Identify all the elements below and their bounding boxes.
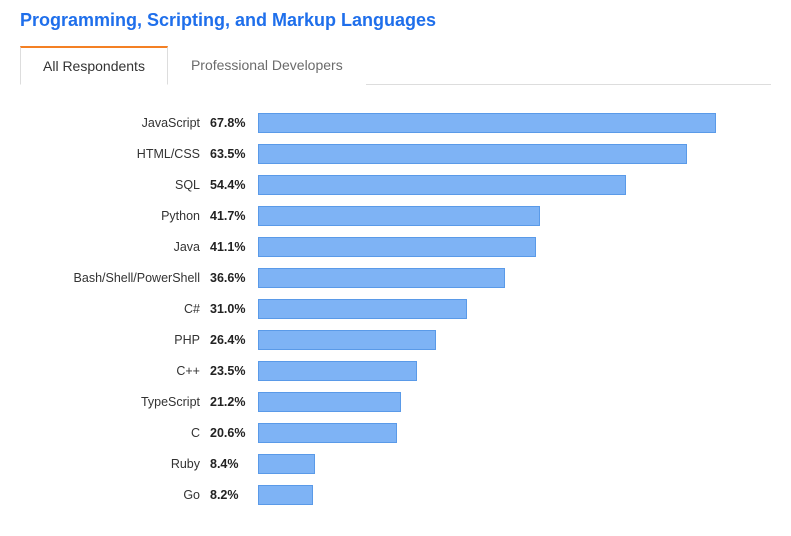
bar-label: Ruby xyxy=(20,457,210,471)
bar-track xyxy=(258,485,731,505)
bar-value: 36.6% xyxy=(210,271,258,285)
bar-fill xyxy=(258,268,505,288)
bar-fill xyxy=(258,175,626,195)
chart-row: Python41.7% xyxy=(20,206,731,226)
chart-row: SQL54.4% xyxy=(20,175,731,195)
chart-row: PHP26.4% xyxy=(20,330,731,350)
bar-fill xyxy=(258,423,397,443)
bar-value: 8.4% xyxy=(210,457,258,471)
bar-track xyxy=(258,392,731,412)
bar-label: C# xyxy=(20,302,210,316)
bar-track xyxy=(258,175,731,195)
bar-value: 8.2% xyxy=(210,488,258,502)
chart-row: Go8.2% xyxy=(20,485,731,505)
bar-track xyxy=(258,330,731,350)
bar-track xyxy=(258,113,731,133)
bar-value: 41.1% xyxy=(210,240,258,254)
bar-track xyxy=(258,237,731,257)
bar-value: 21.2% xyxy=(210,395,258,409)
bar-track xyxy=(258,144,731,164)
bar-track xyxy=(258,268,731,288)
bar-value: 54.4% xyxy=(210,178,258,192)
bar-label: Bash/Shell/PowerShell xyxy=(20,271,210,285)
chart-row: TypeScript21.2% xyxy=(20,392,731,412)
bar-value: 63.5% xyxy=(210,147,258,161)
bar-fill xyxy=(258,206,540,226)
bar-value: 67.8% xyxy=(210,116,258,130)
bar-fill xyxy=(258,392,401,412)
chart-row: C20.6% xyxy=(20,423,731,443)
chart-row: HTML/CSS63.5% xyxy=(20,144,731,164)
chart-row: Ruby8.4% xyxy=(20,454,731,474)
bar-fill xyxy=(258,330,436,350)
bar-label: HTML/CSS xyxy=(20,147,210,161)
page-title: Programming, Scripting, and Markup Langu… xyxy=(20,10,771,31)
chart-row: C#31.0% xyxy=(20,299,731,319)
bar-label: C xyxy=(20,426,210,440)
bar-label: Go xyxy=(20,488,210,502)
chart-row: Bash/Shell/PowerShell36.6% xyxy=(20,268,731,288)
bar-label: PHP xyxy=(20,333,210,347)
bar-track xyxy=(258,423,731,443)
tab-professional-developers[interactable]: Professional Developers xyxy=(168,46,366,85)
bar-track xyxy=(258,361,731,381)
bar-fill xyxy=(258,237,536,257)
bar-track xyxy=(258,454,731,474)
bar-value: 41.7% xyxy=(210,209,258,223)
tabs: All Respondents Professional Developers xyxy=(20,45,771,85)
bar-label: Java xyxy=(20,240,210,254)
bar-label: JavaScript xyxy=(20,116,210,130)
bar-fill xyxy=(258,144,687,164)
chart-row: Java41.1% xyxy=(20,237,731,257)
tab-all-respondents[interactable]: All Respondents xyxy=(20,46,168,85)
bar-track xyxy=(258,206,731,226)
bar-value: 23.5% xyxy=(210,364,258,378)
bar-fill xyxy=(258,361,417,381)
bar-value: 31.0% xyxy=(210,302,258,316)
bar-fill xyxy=(258,485,313,505)
chart-row: JavaScript67.8% xyxy=(20,113,731,133)
bar-label: C++ xyxy=(20,364,210,378)
bar-label: SQL xyxy=(20,178,210,192)
bar-label: TypeScript xyxy=(20,395,210,409)
bar-value: 20.6% xyxy=(210,426,258,440)
bar-fill xyxy=(258,299,467,319)
bar-fill xyxy=(258,454,315,474)
bar-fill xyxy=(258,113,716,133)
bar-value: 26.4% xyxy=(210,333,258,347)
bar-label: Python xyxy=(20,209,210,223)
chart-rows: JavaScript67.8% HTML/CSS63.5% SQL54.4% Pyth… xyxy=(20,113,771,505)
chart-row: C++23.5% xyxy=(20,361,731,381)
bar-track xyxy=(258,299,731,319)
